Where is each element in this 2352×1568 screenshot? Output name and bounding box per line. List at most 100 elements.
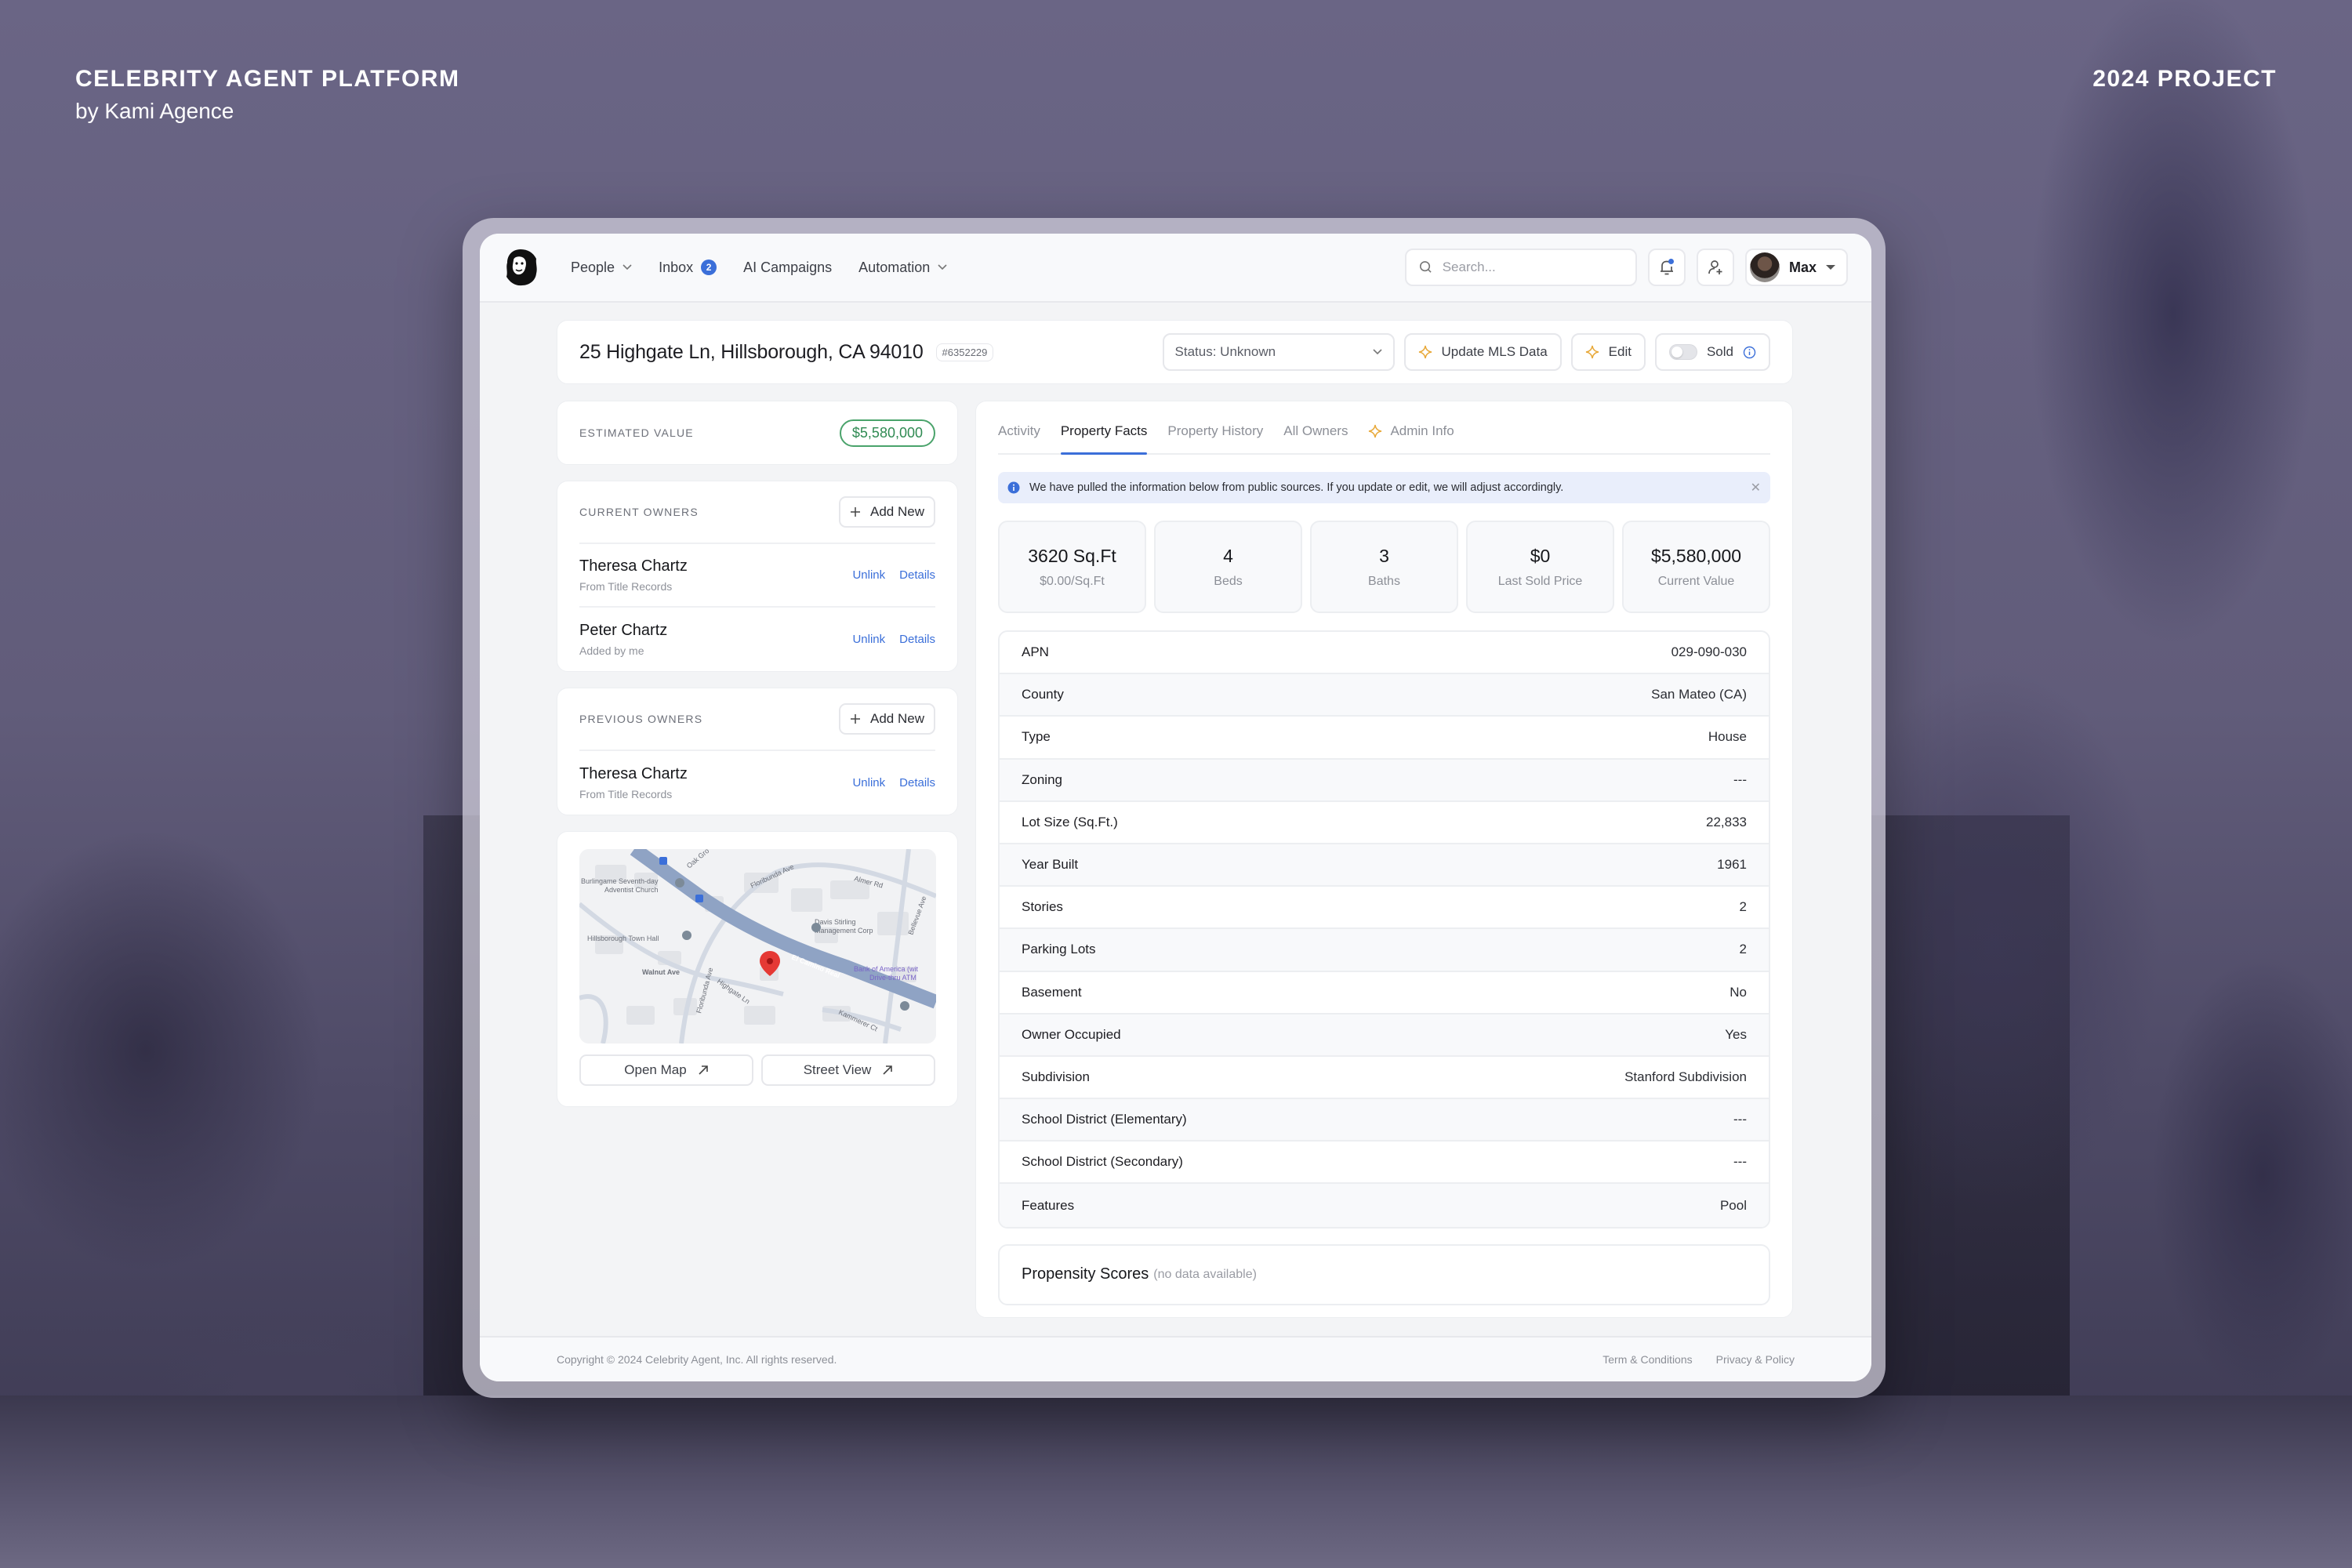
tab-label: Admin Info [1390,423,1454,438]
tab-admin-info[interactable]: Admin Info [1368,423,1454,453]
location-map[interactable]: Burlingame Seventh-day Adventist Church … [579,849,936,1044]
fact-value: 1961 [1717,857,1747,873]
fact-row: Owner Occupied Yes [1000,1014,1769,1057]
edit-button[interactable]: Edit [1570,333,1646,371]
tab-all-owners[interactable]: All Owners [1283,423,1348,453]
sold-label: Sold [1706,344,1733,359]
nav-people-label: People [571,259,615,275]
unlink-link[interactable]: Unlink [852,633,885,646]
stats-row: 3620 Sq.Ft $0.00/Sq.Ft 4 Beds 3 Baths $0… [998,521,1770,613]
terms-link[interactable]: Term & Conditions [1602,1353,1692,1366]
user-menu[interactable]: Max [1744,249,1848,286]
stat-value: $0 [1530,545,1551,566]
tab-property-history[interactable]: Property History [1167,423,1263,453]
info-icon [1007,481,1020,494]
fact-label: Parking Lots [1022,942,1096,957]
propensity-title: Propensity Scores [1022,1265,1149,1283]
info-icon[interactable] [1743,346,1756,359]
tab-label: Activity [998,423,1040,438]
owner-source: From Title Records [579,580,673,593]
add-current-owner-button[interactable]: Add New [839,496,935,528]
search-field[interactable] [1404,249,1637,286]
fact-label: Subdivision [1022,1069,1090,1084]
inbox-count-badge: 2 [701,260,717,275]
previous-owners-label: PREVIOUS OWNERS [579,713,703,725]
tab-activity[interactable]: Activity [998,423,1040,453]
church-marker-icon [675,878,684,887]
fact-label: County [1022,687,1064,702]
street-view-button[interactable]: Street View [761,1054,935,1086]
stat-card-beds: 4 Beds [1154,521,1302,613]
nav-people[interactable]: People [571,260,632,276]
property-address: 25 Highgate Ln, Hillsborough, CA 94010 [579,340,924,363]
chevron-down-icon [938,264,947,270]
details-link[interactable]: Details [899,633,935,646]
owner-row: Peter Chartz Added by me Unlink Details [579,608,935,671]
town-hall-marker-icon [682,931,691,940]
previous-owners-card: PREVIOUS OWNERS Add New Theresa Chartz F… [557,688,958,815]
add-contact-button[interactable] [1696,249,1734,286]
add-new-label: Add New [870,504,924,519]
user-name: Max [1788,259,1817,275]
property-header-card: 25 Highgate Ln, Hillsborough, CA 94010 #… [557,320,1793,384]
owner-name: Theresa Chartz [579,557,688,575]
nav-ai-campaigns[interactable]: AI Campaigns [743,260,832,276]
update-mls-label: Update MLS Data [1441,344,1548,359]
left-column: ESTIMATED VALUE $5,580,000 CURRENT OWNER… [557,401,958,1123]
stat-card-current-value: $5,580,000 Current Value [1622,521,1770,613]
map-label: Bank of America (wit [854,965,919,973]
lion-logo-icon[interactable] [503,248,539,287]
nav-ai-campaigns-label: AI Campaigns [743,259,833,275]
details-link[interactable]: Details [899,776,935,789]
privacy-link[interactable]: Privacy & Policy [1716,1353,1795,1366]
map-label: Davis Stirling [815,918,856,926]
propensity-note: (no data available) [1153,1267,1257,1281]
search-icon [1419,261,1432,273]
unlink-link[interactable]: Unlink [852,568,885,582]
edit-label: Edit [1608,344,1632,359]
street-view-label: Street View [803,1062,872,1077]
fact-value: House [1708,729,1747,745]
notification-dot [1668,259,1674,264]
update-mls-button[interactable]: Update MLS Data [1403,333,1562,371]
fact-label: Type [1022,729,1051,745]
fact-label: Stories [1022,899,1063,915]
nav-inbox[interactable]: Inbox 2 [659,260,717,276]
map-label: Burlingame Seventh-day [581,877,659,885]
notifications-button[interactable] [1647,249,1686,286]
nav-automation[interactable]: Automation [858,260,947,276]
estimated-value-card: ESTIMATED VALUE $5,580,000 [557,401,958,465]
sparkle-icon [1369,424,1382,438]
bus-stop-icon [695,895,703,902]
project-tag: 2024 PROJECT [2092,66,2277,92]
add-user-icon [1708,260,1722,274]
owner-source: From Title Records [579,788,673,800]
add-previous-owner-button[interactable]: Add New [839,703,935,735]
plus-icon [851,507,861,517]
search-input[interactable] [1442,260,1623,275]
nav-automation-label: Automation [858,259,931,275]
property-details-panel: Activity Property Facts Property History… [975,401,1793,1318]
stat-label: Beds [1214,574,1243,588]
status-select[interactable]: Status: Unknown [1162,333,1395,371]
sold-toggle[interactable] [1668,344,1697,360]
stat-label: Last Sold Price [1497,574,1583,588]
owner-source: Added by me [579,644,644,657]
tab-label: Property History [1167,423,1264,438]
open-map-button[interactable]: Open Map [579,1054,753,1086]
map-graphic: Burlingame Seventh-day Adventist Church … [579,849,936,1044]
fact-row: Stories 2 [1000,887,1769,930]
tab-property-facts[interactable]: Property Facts [1060,423,1147,455]
app-screen: People Inbox 2 AI Campaigns Automation S… [480,234,1871,1381]
fact-row: Features Pool [1000,1184,1769,1227]
fact-value: 029-090-030 [1671,644,1747,660]
fact-row: APN 029-090-030 [1000,632,1769,675]
close-icon[interactable]: ✕ [1751,480,1761,495]
unlink-link[interactable]: Unlink [852,776,885,789]
estimated-value-label: ESTIMATED VALUE [579,426,694,439]
current-owners-card: CURRENT OWNERS Add New Theresa Chartz Fr… [557,481,958,672]
showcase-title: CELEBRITY AGENT PLATFORM [75,66,460,92]
details-link[interactable]: Details [899,568,935,582]
stat-card-baths: 3 Baths [1310,521,1458,613]
external-link-icon [699,1065,708,1075]
